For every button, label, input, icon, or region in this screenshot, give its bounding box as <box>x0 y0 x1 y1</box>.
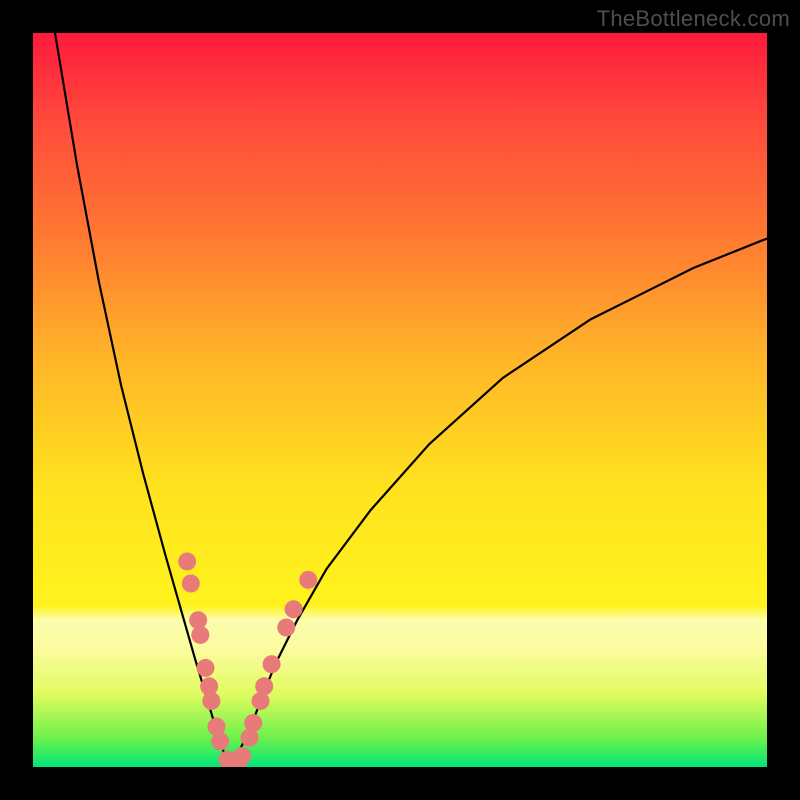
marker-dot <box>244 714 262 732</box>
marker-dot <box>182 575 200 593</box>
marker-dot <box>202 692 220 710</box>
marker-dot <box>277 619 295 637</box>
marker-dot <box>196 659 214 677</box>
curve-right-branch <box>231 239 767 767</box>
plot-area <box>33 33 767 767</box>
marker-dot <box>233 747 251 765</box>
marker-group <box>178 552 317 767</box>
marker-dot <box>285 600 303 618</box>
curve-left-branch <box>55 33 231 767</box>
marker-dot <box>263 655 281 673</box>
chart-svg <box>33 33 767 767</box>
chart-frame: TheBottleneck.com <box>0 0 800 800</box>
marker-dot <box>255 677 273 695</box>
watermark-text: TheBottleneck.com <box>597 6 790 32</box>
marker-dot <box>191 626 209 644</box>
marker-dot <box>178 552 196 570</box>
marker-dot <box>299 571 317 589</box>
marker-dot <box>211 732 229 750</box>
